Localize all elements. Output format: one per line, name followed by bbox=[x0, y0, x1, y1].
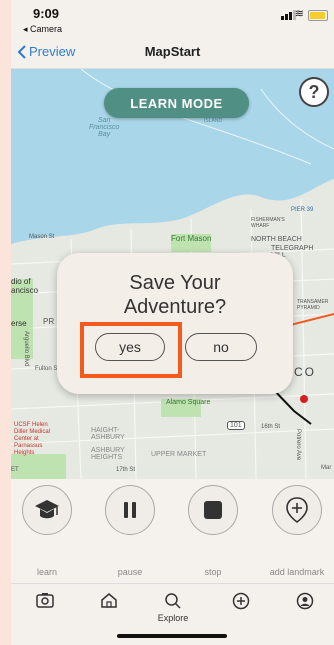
map-label-pr: PR bbox=[43, 317, 55, 326]
tab-home[interactable] bbox=[89, 592, 129, 613]
home-icon bbox=[101, 593, 117, 608]
tab-explore-label: Explore bbox=[157, 613, 189, 623]
page-title: MapStart bbox=[144, 44, 201, 59]
dialog-title: Save Your Adventure? bbox=[123, 272, 227, 318]
map-label-mason-st: Mason St bbox=[29, 234, 55, 240]
map-label-et: ET bbox=[11, 467, 19, 473]
back-to-app-link[interactable]: ◂ Camera bbox=[23, 24, 62, 35]
tab-explore[interactable]: Explore bbox=[153, 592, 193, 623]
map-label-upper-market: UPPER MARKET bbox=[151, 451, 207, 458]
map-label-mar: Mar bbox=[321, 465, 332, 471]
status-time: 9:09 bbox=[33, 6, 60, 21]
controls-bar: learn pause stop add landmark bbox=[11, 479, 334, 579]
signal-icon bbox=[281, 10, 296, 20]
map-label-fishermans-wharf: FISHERMAN'S WHARF bbox=[251, 217, 285, 229]
battery-icon bbox=[308, 10, 328, 21]
help-button[interactable]: ? bbox=[299, 77, 329, 107]
tab-add[interactable] bbox=[221, 592, 261, 615]
tab-profile[interactable] bbox=[285, 592, 325, 615]
map-label-pier-39: PIER 39 bbox=[291, 207, 314, 213]
map-label-ashbury-heights: ASHBURY HEIGHTS bbox=[91, 447, 125, 461]
status-bar: 9:09 ◂ Camera ≋ bbox=[11, 0, 334, 38]
pause-control[interactable]: pause bbox=[94, 485, 166, 577]
stop-control[interactable]: stop bbox=[177, 485, 249, 577]
stop-label: stop bbox=[204, 567, 222, 577]
graduation-cap-icon bbox=[22, 485, 72, 535]
pause-icon bbox=[105, 485, 155, 535]
home-indicator bbox=[117, 634, 227, 638]
map-label-fort-mason: Fort Mason bbox=[171, 234, 212, 243]
map-label-transamerica: TRANSAMER PYRAMID bbox=[297, 299, 329, 311]
tab-bar: Explore bbox=[11, 583, 334, 634]
add-landmark-icon bbox=[272, 485, 322, 535]
map-label-haight: HAIGHT- ASHBURY bbox=[91, 427, 125, 441]
wifi-icon: ≋ bbox=[294, 8, 304, 20]
learn-label: learn bbox=[36, 567, 57, 577]
navigation-bar: Preview MapStart bbox=[11, 38, 334, 69]
map-label-sf-bay: San Francisco Bay bbox=[89, 117, 120, 138]
learn-control[interactable]: learn bbox=[11, 485, 83, 577]
map-label-ucsf: UCSF Helen Diller Medical Center at Parn… bbox=[14, 422, 51, 456]
camera-icon bbox=[36, 593, 54, 608]
pause-label: pause bbox=[117, 567, 143, 577]
map-label-16th-st: 16th St bbox=[261, 424, 281, 430]
profile-icon bbox=[296, 592, 314, 610]
learn-mode-button[interactable]: LEARN MODE bbox=[104, 88, 249, 118]
highlight-box bbox=[80, 322, 182, 378]
map-label-route-101: 101 bbox=[227, 421, 245, 430]
map-label-alamo-square: Alamo Square bbox=[166, 399, 211, 406]
map-label-north-beach: NORTH BEACH bbox=[251, 236, 302, 243]
add-landmark-control[interactable]: add landmark bbox=[261, 485, 333, 577]
map-label-arguello: Arguello Blvd bbox=[23, 331, 29, 367]
no-button[interactable]: no bbox=[185, 333, 257, 361]
map-label-erse: erse bbox=[11, 319, 27, 328]
tab-camera[interactable] bbox=[25, 592, 65, 613]
stop-icon bbox=[188, 485, 238, 535]
plus-circle-icon bbox=[232, 592, 250, 610]
map-label-potrero: Potrero Ave bbox=[295, 429, 301, 461]
map-label-fulton: Fulton St bbox=[35, 366, 60, 372]
map-label-17th-st: 17th St bbox=[116, 467, 136, 473]
search-icon bbox=[165, 593, 181, 609]
add-landmark-label: add landmark bbox=[269, 567, 325, 577]
map-label-dio: dio of ancisco bbox=[11, 277, 39, 295]
phone-screen: 9:09 ◂ Camera ≋ Preview MapStart San Fra… bbox=[11, 0, 334, 645]
